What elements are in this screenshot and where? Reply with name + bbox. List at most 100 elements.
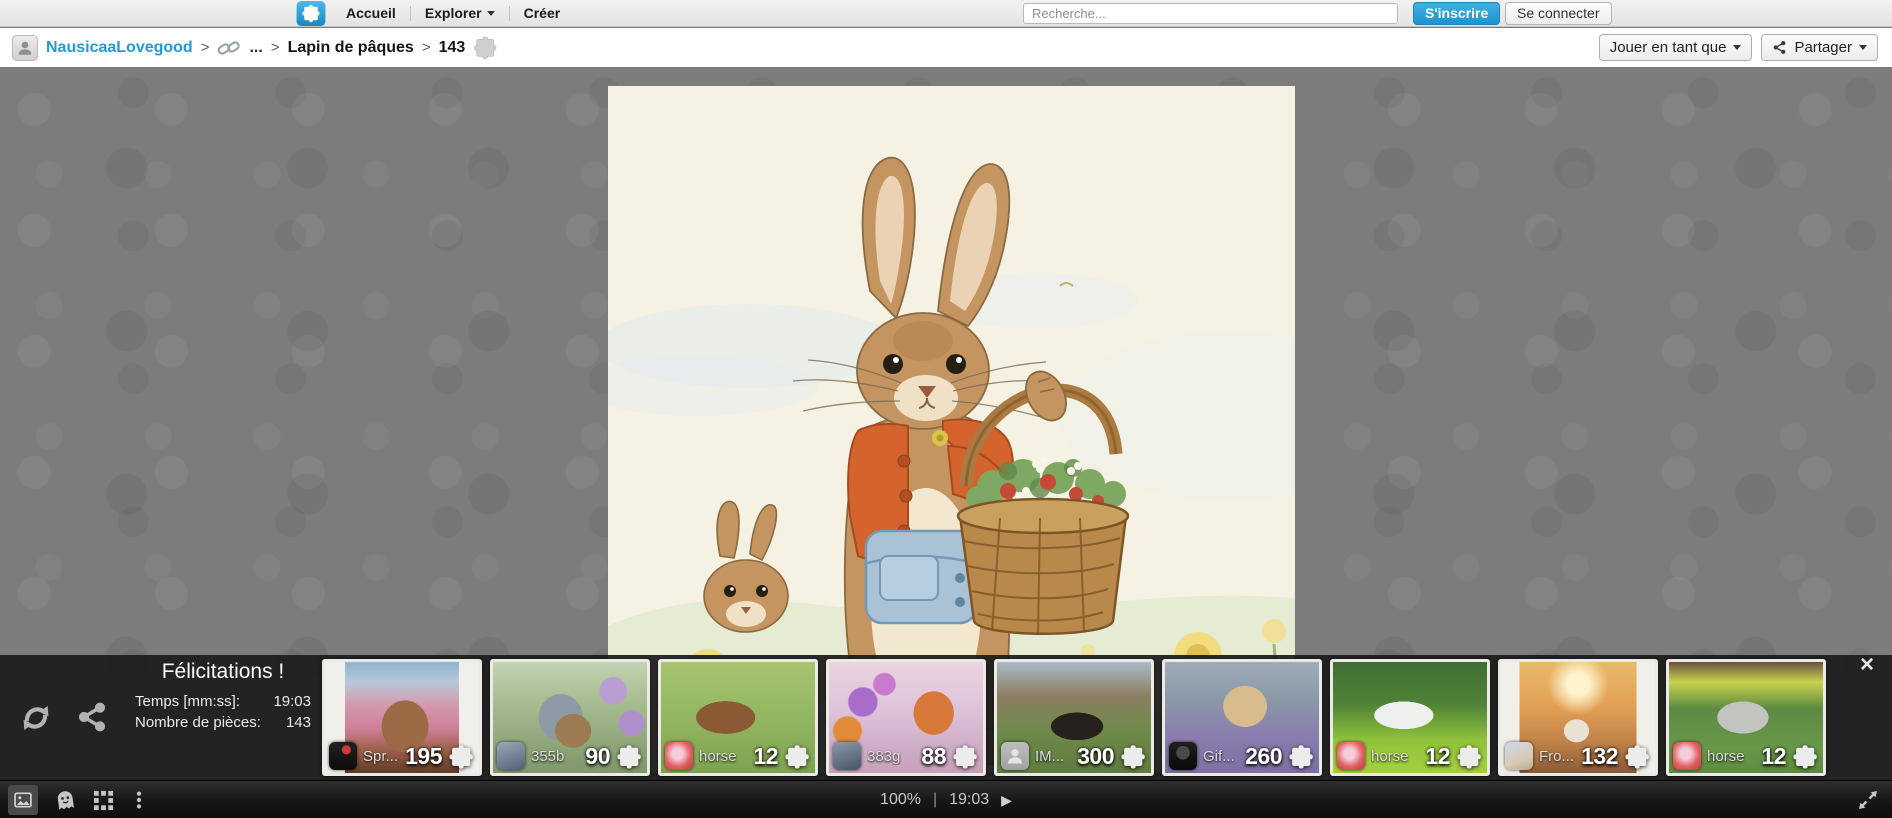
puzzle-piece-icon: [474, 36, 497, 59]
nav-explore[interactable]: Explorer: [425, 5, 495, 21]
nav-home-label: Accueil: [346, 5, 396, 21]
puzzle-name: horse: [1707, 747, 1745, 765]
breadcrumb-separator: >: [270, 39, 280, 56]
site-logo-puzzle-icon[interactable]: [296, 1, 326, 26]
grid-border-icon: [93, 790, 114, 810]
puzzle-piece-icon: [953, 744, 977, 768]
signup-button[interactable]: S'inscrire: [1413, 2, 1501, 25]
status-divider: |: [932, 791, 938, 808]
puzzle-thumbnail[interactable]: IM... 300: [994, 659, 1154, 776]
breadcrumb-album-link[interactable]: Lapin de pâques: [288, 39, 414, 57]
time-stat-row: Temps [mm:ss]: 19:03: [135, 693, 311, 710]
pieces-label: Nombre de pièces:: [135, 714, 261, 731]
puzzle-thumbnail[interactable]: Gif... 260: [1162, 659, 1322, 776]
creator-avatar: [497, 742, 525, 770]
piece-count: 260: [1245, 742, 1282, 769]
status-readout: 100% | 19:03 ▶: [880, 781, 1012, 818]
share-button[interactable]: Partager: [1761, 34, 1878, 61]
puzzle-name: 383g: [867, 747, 901, 765]
creator-avatar: [329, 742, 357, 770]
puzzle-piece-icon: [785, 744, 809, 768]
caret-down-icon: [1859, 45, 1867, 50]
puzzle-name: IM...: [1035, 747, 1065, 765]
edge-pieces-button[interactable]: [93, 790, 114, 811]
more-options-button[interactable]: [130, 789, 148, 811]
nav-divider: [508, 5, 510, 21]
thumbnail-info: horse 12: [665, 742, 811, 770]
show-image-button[interactable]: [8, 785, 38, 815]
play-as-button[interactable]: Jouer en tant que: [1598, 34, 1753, 61]
piece-count: 12: [1761, 742, 1786, 769]
piece-count: 12: [753, 742, 778, 769]
nav-create[interactable]: Créer: [524, 5, 561, 21]
puzzle-piece-icon: [1121, 744, 1145, 768]
piece-count: 12: [1425, 742, 1450, 769]
breadcrumb-separator: >: [200, 39, 210, 56]
share-result-button[interactable]: [76, 701, 108, 733]
elapsed-time: 19:03: [949, 791, 990, 808]
puzzle-name: Gif...: [1203, 747, 1235, 765]
restart-puzzle-button[interactable]: [16, 700, 56, 736]
creator-avatar: [665, 742, 693, 770]
puzzle-thumbnail[interactable]: 383g 88: [826, 659, 986, 776]
time-label: Temps [mm:ss]:: [135, 693, 241, 710]
caret-down-icon: [1733, 45, 1742, 50]
login-button[interactable]: Se connecter: [1505, 2, 1612, 25]
creator-avatar: [1673, 742, 1701, 770]
caret-down-icon: [486, 10, 495, 16]
piece-count: 300: [1077, 742, 1114, 769]
play-icon[interactable]: ▶: [1001, 792, 1012, 809]
thumbnail-info: Gif... 260: [1169, 742, 1315, 770]
close-overlay-button[interactable]: ×: [1860, 653, 1874, 677]
puzzle-name: Fro...: [1539, 747, 1575, 765]
thumbnail-info: Fro... 132: [1505, 742, 1651, 770]
main-nav: Accueil Explorer Créer: [346, 0, 560, 26]
zoom-level: 100%: [880, 791, 921, 808]
thumbnail-info: horse 12: [1337, 742, 1483, 770]
nav-home[interactable]: Accueil: [346, 5, 396, 21]
breadcrumb-collapsed-items[interactable]: ...: [249, 39, 262, 57]
nav-divider: [409, 5, 411, 21]
thumbnail-info: horse 12: [1673, 742, 1819, 770]
ghost-icon: [57, 790, 74, 810]
creator-avatar: [833, 742, 861, 770]
search-input[interactable]: [1023, 3, 1398, 24]
breadcrumb-username-link[interactable]: NausicaaLovegood: [46, 39, 193, 57]
pieces-value: 143: [285, 714, 311, 731]
thumbnail-info: 355b 90: [497, 742, 643, 770]
completion-overlay: Félicitations ! Temps [mm:ss]: 19:03 Nom…: [0, 653, 1892, 780]
puzzle-piece-icon: [1457, 744, 1481, 768]
puzzle-thumbnail[interactable]: horse 12: [658, 659, 818, 776]
nav-explore-label: Explorer: [424, 5, 482, 21]
top-navigation-bar: Accueil Explorer Créer S'inscrire Se con…: [0, 0, 1892, 27]
puzzle-thumbnail[interactable]: 355b 90: [490, 659, 650, 776]
piece-count: 195: [405, 742, 442, 769]
image-icon: [14, 792, 32, 808]
toolbar-left-group: [8, 781, 148, 818]
jigsaw-puzzle-app: Accueil Explorer Créer S'inscrire Se con…: [0, 0, 1892, 818]
thumbnail-info: IM... 300: [1001, 742, 1147, 770]
creator-avatar: [1169, 742, 1197, 770]
puzzle-name: horse: [699, 747, 737, 765]
puzzle-piece-icon: [1793, 744, 1817, 768]
creator-avatar: [1505, 742, 1533, 770]
puzzle-piece-icon: [1289, 744, 1313, 768]
piece-count: 132: [1581, 742, 1618, 769]
puzzle-piece-icon: [617, 744, 641, 768]
kebab-menu-icon: [136, 791, 142, 809]
fullscreen-expand-icon[interactable]: [1856, 788, 1880, 812]
time-value: 19:03: [273, 693, 311, 710]
breadcrumb: NausicaaLovegood > ... > Lapin de pâques…: [12, 28, 498, 67]
puzzle-thumbnail[interactable]: horse 12: [1666, 659, 1826, 776]
thumbnail-info: 383g 88: [833, 742, 979, 770]
link-chain-icon: [218, 40, 241, 55]
ghost-mode-button[interactable]: [54, 789, 77, 812]
puzzle-thumbnail[interactable]: Fro... 132: [1498, 659, 1658, 776]
puzzle-thumbnail[interactable]: Spr... 195: [322, 659, 482, 776]
creator-avatar: [1001, 742, 1029, 770]
breadcrumb-actions: Jouer en tant que Partager: [1598, 34, 1878, 61]
puzzle-thumbnail[interactable]: horse 12: [1330, 659, 1490, 776]
pieces-stat-row: Nombre de pièces: 143: [135, 714, 311, 731]
breadcrumb-bar: NausicaaLovegood > ... > Lapin de pâques…: [0, 28, 1892, 67]
bottom-toolbar: 100% | 19:03 ▶: [0, 780, 1892, 818]
